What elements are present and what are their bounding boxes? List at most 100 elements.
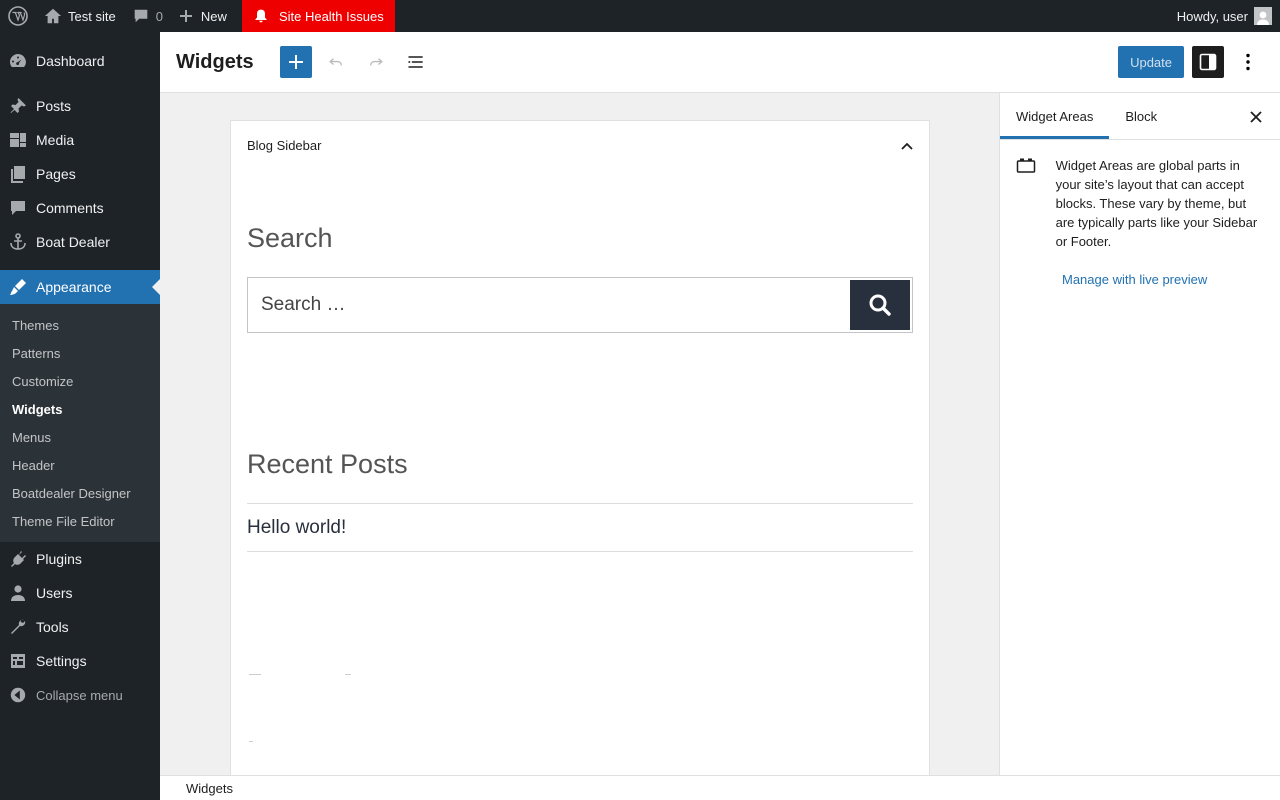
search-block[interactable]: Search … — [247, 277, 913, 333]
comment-bubble-icon — [134, 9, 147, 23]
site-name-link[interactable]: Test site — [36, 0, 124, 32]
loading-block-placeholder — [249, 674, 261, 675]
ellipsis-vertical-icon — [1246, 53, 1250, 71]
submenu-item-header[interactable]: Header — [0, 451, 160, 479]
widget-areas-description: Widget Areas are global parts in your si… — [1000, 140, 1280, 251]
new-label: New — [200, 8, 227, 24]
recent-posts-heading[interactable]: Recent Posts — [247, 449, 408, 480]
howdy-text: Howdy, user — [1176, 8, 1248, 24]
settings-toggle-button[interactable] — [1192, 46, 1224, 78]
undo-icon — [328, 58, 342, 66]
breadcrumb-footer: Widgets — [160, 775, 1280, 800]
loading-block-placeholder — [345, 674, 351, 675]
wrench-icon — [8, 617, 28, 637]
menu-item-appearance[interactable]: Appearance — [0, 270, 160, 304]
widget-area-title: Blog Sidebar — [247, 137, 322, 153]
submenu-item-menus[interactable]: Menus — [0, 423, 160, 451]
wordpress-logo-icon[interactable] — [0, 0, 36, 32]
close-icon — [1250, 111, 1262, 123]
dashboard-icon — [8, 51, 28, 71]
comments-count: 0 — [155, 8, 163, 24]
submenu-item-theme-file-editor[interactable]: Theme File Editor — [0, 507, 160, 535]
menu-item-settings[interactable]: Settings — [0, 644, 160, 678]
bell-icon — [255, 9, 267, 23]
site-health-link[interactable]: Site Health Issues — [241, 0, 395, 32]
media-icon — [8, 130, 28, 150]
site-health-label: Site Health Issues — [278, 8, 384, 24]
list-view-button[interactable] — [400, 46, 432, 78]
redo-button[interactable] — [360, 46, 392, 78]
update-button[interactable]: Update — [1118, 46, 1184, 78]
tab-widget-areas[interactable]: Widget Areas — [1000, 93, 1109, 139]
settings-icon — [8, 651, 28, 671]
admin-menu: Dashboard Posts Media Pages Comments Boa… — [0, 32, 160, 800]
comments-link[interactable]: 0 — [124, 0, 171, 32]
menu-item-boat-dealer[interactable]: Boat Dealer — [0, 225, 160, 259]
plus-icon — [179, 10, 192, 22]
widget-areas-description-text: Widget Areas are global parts in your si… — [1055, 158, 1258, 249]
more-options-button[interactable] — [1232, 46, 1264, 78]
editor-header: Widgets Update — [160, 32, 1280, 93]
redo-icon — [369, 58, 383, 66]
user-icon — [8, 583, 28, 603]
list-view-icon — [408, 56, 423, 68]
menu-item-users[interactable]: Users — [0, 576, 160, 610]
plugin-icon — [8, 549, 28, 569]
settings-sidebar: Widget Areas Block Widget Areas are glob… — [999, 93, 1280, 775]
menu-label-users: Users — [36, 585, 73, 601]
undo-button[interactable] — [320, 46, 352, 78]
submenu-item-widgets[interactable]: Widgets — [0, 395, 160, 423]
search-block-heading[interactable]: Search — [247, 223, 333, 254]
menu-item-comments[interactable]: Comments — [0, 191, 160, 225]
menu-label-appearance: Appearance — [36, 279, 112, 295]
menu-item-dashboard[interactable]: Dashboard — [0, 44, 160, 78]
anchor-icon — [8, 232, 28, 252]
loading-block-placeholder — [249, 741, 253, 742]
menu-item-pages[interactable]: Pages — [0, 157, 160, 191]
menu-item-posts[interactable]: Posts — [0, 89, 160, 123]
menu-label-posts: Posts — [36, 98, 72, 114]
breadcrumb[interactable]: Widgets — [186, 781, 233, 796]
close-sidebar-button[interactable] — [1240, 101, 1272, 133]
appearance-submenu: Themes Patterns Customize Widgets Menus … — [0, 304, 160, 542]
submenu-item-themes[interactable]: Themes — [0, 311, 160, 339]
new-content-link[interactable]: New — [171, 0, 235, 32]
menu-item-plugins[interactable]: Plugins — [0, 542, 160, 576]
menu-label-media: Media — [36, 132, 75, 148]
block-inserter-button[interactable] — [279, 46, 312, 78]
recent-post-item[interactable]: Hello world! — [247, 503, 913, 552]
search-input[interactable]: Search … — [261, 294, 850, 316]
menu-label-comments: Comments — [36, 200, 104, 216]
comment-icon — [8, 198, 28, 218]
pin-icon — [8, 96, 28, 116]
plus-icon — [288, 55, 303, 69]
editor-canvas: Blog Sidebar Search Search … Recent Post… — [160, 93, 999, 775]
submenu-item-patterns[interactable]: Patterns — [0, 339, 160, 367]
manage-live-preview-link[interactable]: Manage with live preview — [1062, 272, 1280, 287]
search-submit-button[interactable] — [850, 280, 910, 330]
collapse-icon — [8, 685, 28, 705]
avatar — [1254, 7, 1272, 25]
widget-area-header[interactable]: Blog Sidebar — [231, 121, 929, 169]
paintbrush-icon — [8, 277, 28, 297]
menu-label-plugins: Plugins — [36, 551, 82, 567]
collapse-menu-button[interactable]: Collapse menu — [0, 678, 160, 712]
widget-area-icon — [1016, 156, 1040, 251]
tab-block[interactable]: Block — [1109, 93, 1173, 139]
submenu-item-customize[interactable]: Customize — [0, 367, 160, 395]
my-account-link[interactable]: Howdy, user — [1169, 0, 1280, 32]
menu-item-media[interactable]: Media — [0, 123, 160, 157]
submenu-item-boatdealer-designer[interactable]: Boatdealer Designer — [0, 479, 160, 507]
menu-item-tools[interactable]: Tools — [0, 610, 160, 644]
menu-label-pages: Pages — [36, 166, 76, 182]
home-icon — [44, 8, 62, 24]
sidebar-tabs: Widget Areas Block — [1000, 93, 1280, 140]
pages-icon — [8, 164, 28, 184]
menu-label-dashboard: Dashboard — [36, 53, 105, 69]
chevron-up-icon[interactable] — [901, 138, 913, 153]
menu-label-tools: Tools — [36, 619, 69, 635]
menu-label-settings: Settings — [36, 653, 87, 669]
menu-label-boat-dealer: Boat Dealer — [36, 234, 110, 250]
search-icon — [869, 294, 891, 316]
collapse-menu-label: Collapse menu — [36, 687, 123, 703]
